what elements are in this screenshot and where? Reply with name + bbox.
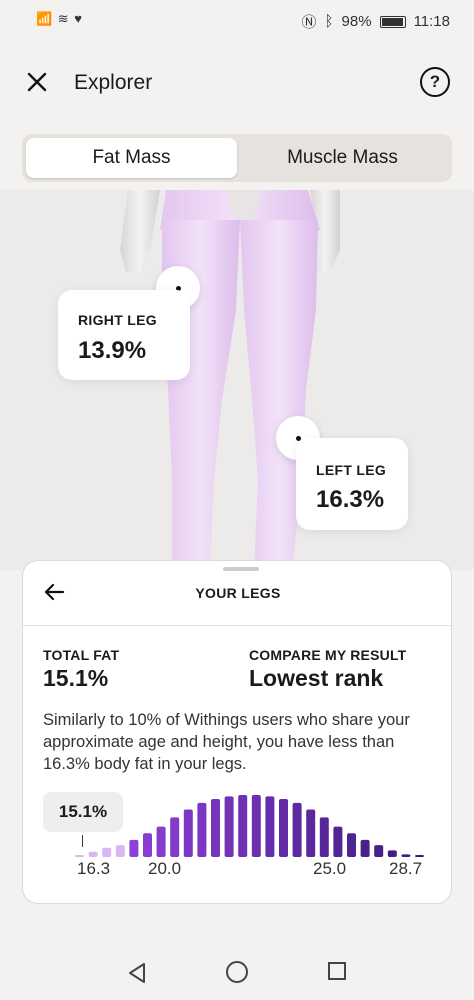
distribution-bar [183,809,193,857]
distribution-bar [265,796,275,857]
distribution-bar [75,855,84,857]
left-leg-label: LEFT LEG [316,462,387,478]
axis-label-min: 16.3 [77,859,111,878]
left-leg-callout[interactable]: LEFT LEG 16.3% [296,438,408,530]
distribution-bar [401,854,411,857]
status-bar: 📶 ≋ ♥ Ⓝ ᛒ 98% 11:18 [0,0,474,40]
battery-percent: 98% [341,13,372,30]
distribution-bar [238,795,248,857]
right-leg-callout[interactable]: RIGHT LEG 13.9% [58,290,190,380]
close-icon[interactable] [24,69,50,95]
legs-detail-sheet: YOUR LEGS TOTAL FAT 15.1% COMPARE MY RES… [22,560,453,904]
distribution-chart [75,795,424,857]
distribution-bar [306,809,316,857]
segmented-control: Fat Mass Muscle Mass [22,134,452,182]
help-icon[interactable]: ? [420,67,450,97]
left-leg-value: 16.3% [316,486,385,513]
distribution-bar [197,802,207,857]
distribution-bar [143,833,152,857]
distribution-bar [88,851,98,857]
battery-icon [379,15,406,28]
right-leg-value: 13.9% [78,337,147,364]
body-visualization: RIGHT LEG 13.9% LEFT LEG 16.3% [0,190,474,570]
tab-fat-mass[interactable]: Fat Mass [26,138,237,178]
axis-label-max: 28.7 [389,859,423,878]
distribution-bar [224,796,234,857]
signal-icon: 📶 ≋ ♥ [36,11,84,26]
distribution-bar [115,845,125,857]
distribution-bar [387,850,397,857]
distribution-bar [211,798,220,857]
clock: 11:18 [413,13,450,30]
distribution-bar [333,826,343,857]
bluetooth-icon: ᛒ [324,13,334,30]
distribution-bar [170,817,180,857]
system-nav-bar [0,944,474,1000]
nav-home-icon[interactable] [226,961,248,983]
distribution-bar [156,826,166,857]
right-leg-label: RIGHT LEG [78,312,157,328]
nfc-icon: Ⓝ [301,14,317,31]
distribution-bar [279,798,288,857]
tab-muscle-mass[interactable]: Muscle Mass [237,138,448,178]
page-title: Explorer [74,71,153,94]
distribution-bar [319,817,329,857]
distribution-bar [129,839,139,857]
axis-label-25: 25.0 [313,859,347,878]
distribution-bar [251,795,261,857]
axis-label-20: 20.0 [148,859,182,878]
distribution-bar [102,847,112,857]
nav-recents-icon[interactable] [328,962,346,980]
nav-back-icon[interactable] [126,962,148,984]
distribution-bar [360,839,370,857]
distribution-bar [347,833,356,857]
distribution-bar [292,802,302,857]
distribution-bar [415,855,424,857]
app-bar: Explorer ? [0,55,474,111]
distribution-bar [374,845,384,857]
